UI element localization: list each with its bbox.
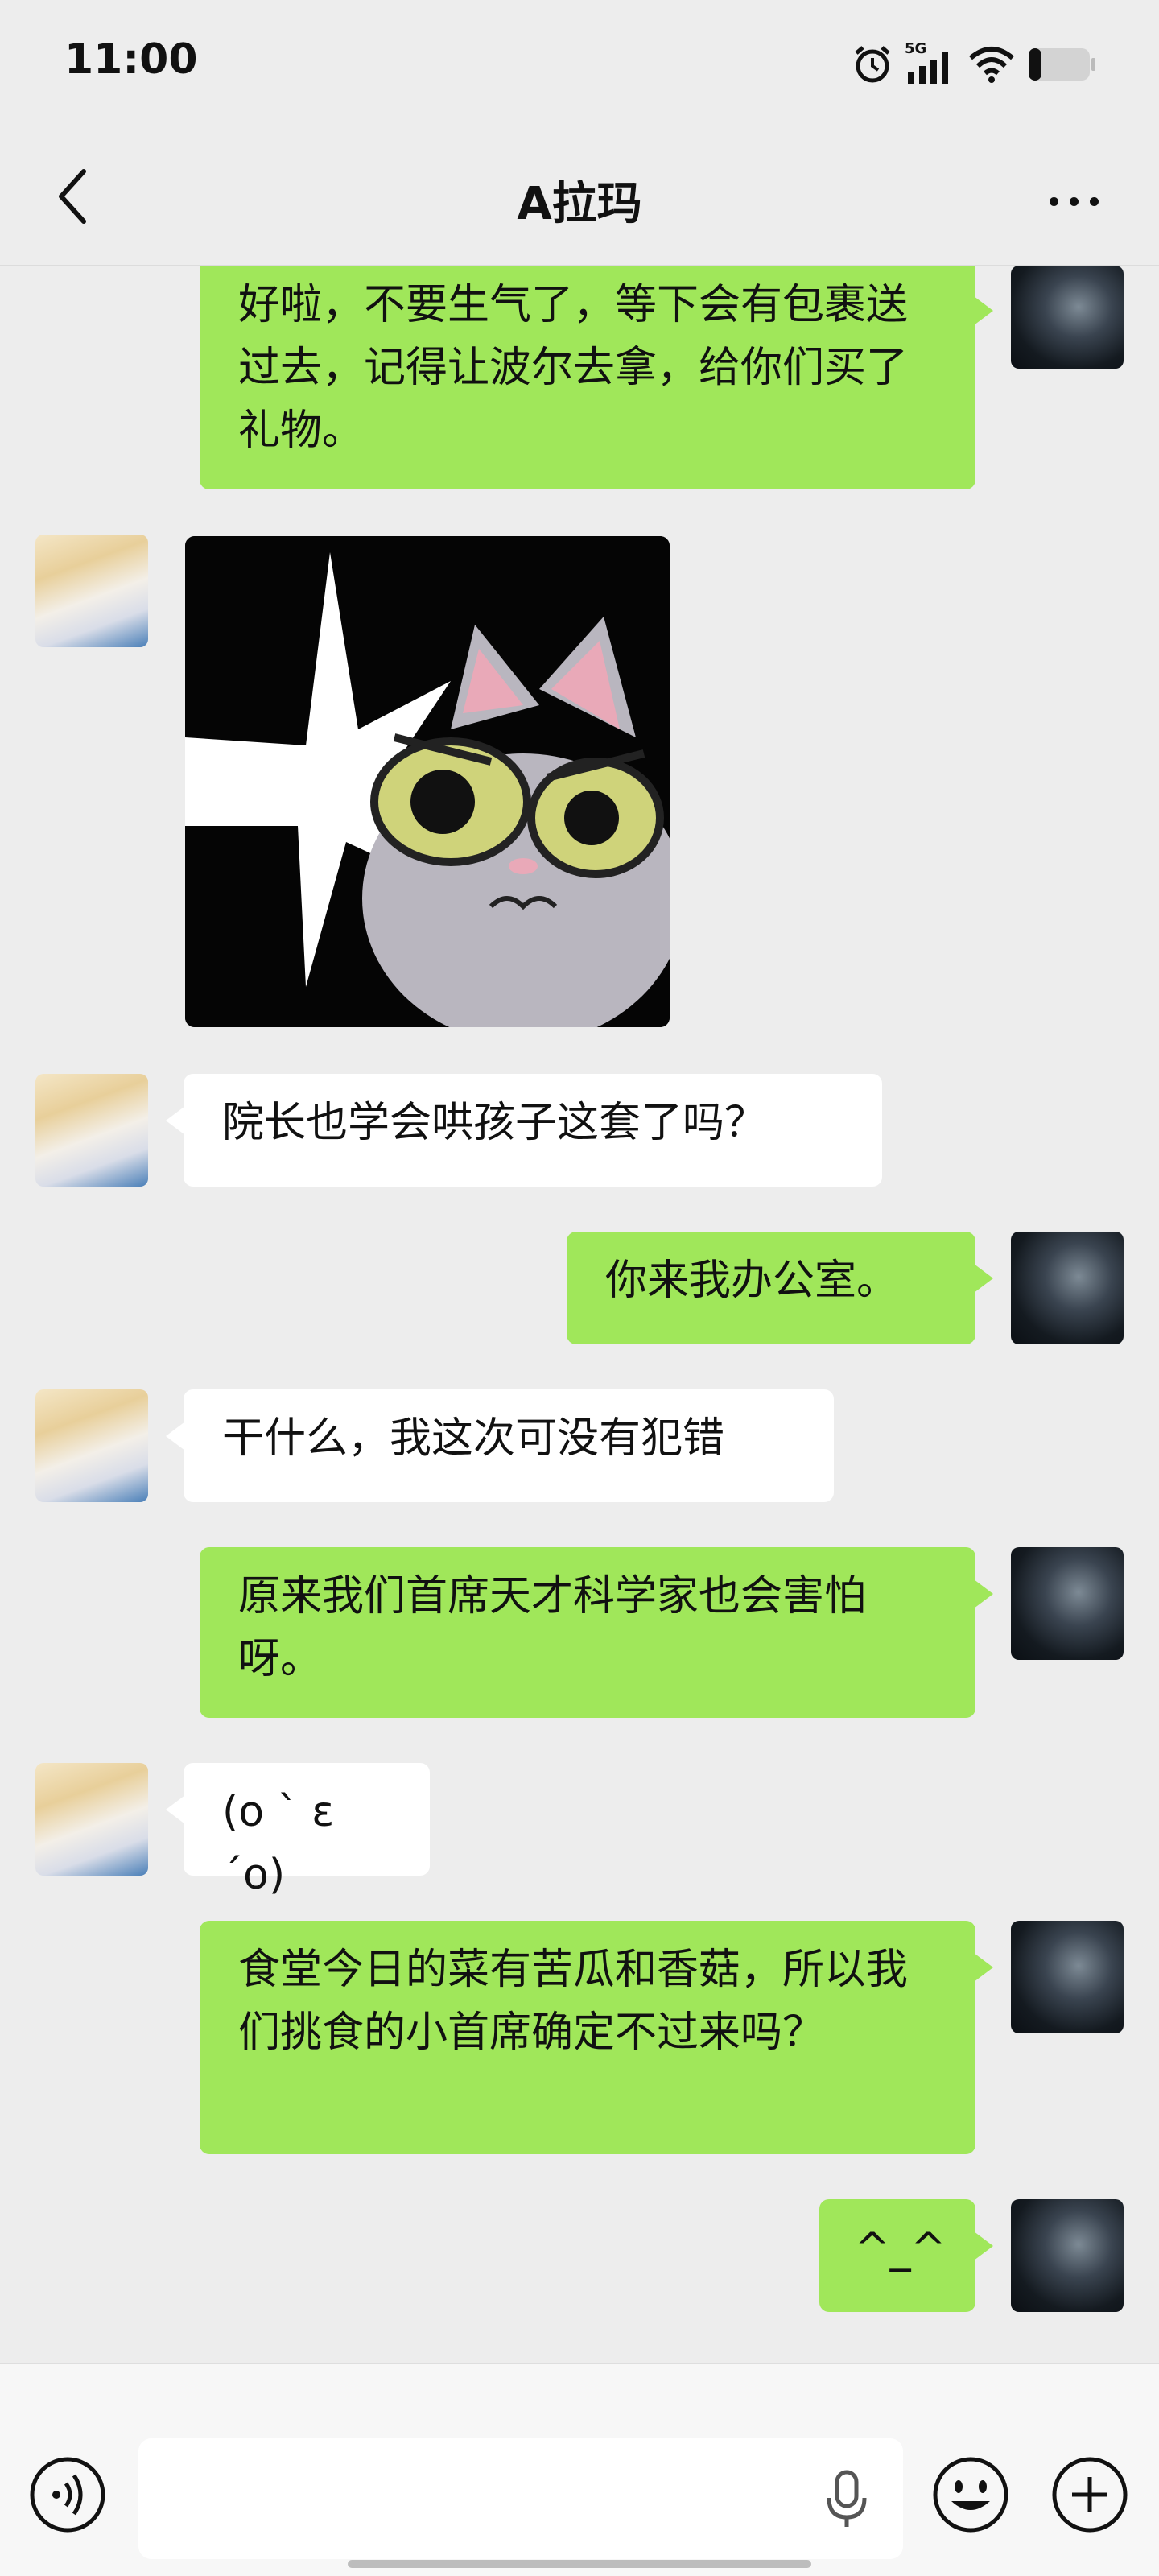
wifi-icon <box>969 47 1014 83</box>
page-title: A拉玛 <box>517 178 642 230</box>
input-bar <box>0 2363 1159 2576</box>
more-functions-button[interactable] <box>1050 2454 1130 2535</box>
emoji-button[interactable] <box>930 2454 1011 2535</box>
angry-gray-cat-sticker[interactable] <box>185 536 670 1027</box>
status-time: 11:00 <box>64 35 198 84</box>
contact-avatar[interactable] <box>35 1763 148 1876</box>
more-button[interactable] <box>1040 177 1107 225</box>
my-message-bubble[interactable]: 你来我办公室。 <box>567 1232 993 1344</box>
plus-icon <box>1052 2457 1128 2533</box>
contact-avatar[interactable] <box>35 1389 148 1502</box>
chat-header: A拉玛 <box>0 129 1159 266</box>
microphone-icon[interactable] <box>823 2469 871 2530</box>
more-dot <box>1069 196 1079 206</box>
my-message-bubble[interactable]: 好啦，不要生气了，等下会有包裹送过去，记得让波尔去拿，给你们买了礼物。 <box>200 266 993 489</box>
my-message-bubble[interactable]: ^_^ <box>819 2199 993 2312</box>
my-avatar[interactable] <box>1011 1547 1124 1660</box>
contact-avatar[interactable] <box>35 535 148 647</box>
status-icons: 5G <box>852 40 1096 89</box>
cellular-signal-icon: 5G <box>905 40 956 85</box>
voice-mode-button[interactable] <box>27 2454 108 2535</box>
my-message-bubble[interactable]: 原来我们首席天才科学家也会害怕呀。 <box>200 1547 993 1718</box>
voice-mode-icon <box>30 2457 105 2533</box>
my-avatar[interactable] <box>1011 266 1124 369</box>
contact-message-bubble[interactable]: 院长也学会哄孩子这套了吗？ <box>166 1074 882 1187</box>
my-avatar[interactable] <box>1011 2199 1124 2312</box>
my-message-bubble[interactable]: 食堂今日的菜有苦瓜和香菇，所以我们挑食的小首席确定不过来吗？ <box>200 1921 993 2154</box>
my-avatar[interactable] <box>1011 1921 1124 2033</box>
status-bar: 11:00 5G <box>0 0 1159 129</box>
alarm-icon <box>855 46 890 83</box>
message-input-container <box>138 2438 903 2559</box>
more-dot <box>1049 196 1058 206</box>
my-avatar[interactable] <box>1011 1232 1124 1344</box>
emoji-icon <box>933 2457 1008 2533</box>
more-dot <box>1089 196 1099 206</box>
message-input[interactable] <box>138 2438 798 2559</box>
contact-avatar[interactable] <box>35 1074 148 1187</box>
contact-message-bubble[interactable]: 干什么，我这次可没有犯错 <box>166 1389 834 1502</box>
chat-history: 好啦，不要生气了，等下会有包裹送过去，记得让波尔去拿，给你们买了礼物。 院长也学… <box>0 266 1159 2359</box>
battery-icon <box>1029 48 1095 80</box>
home-indicator[interactable] <box>348 2560 811 2568</box>
contact-message-bubble[interactable]: (o ` ε´o) <box>166 1763 430 1899</box>
